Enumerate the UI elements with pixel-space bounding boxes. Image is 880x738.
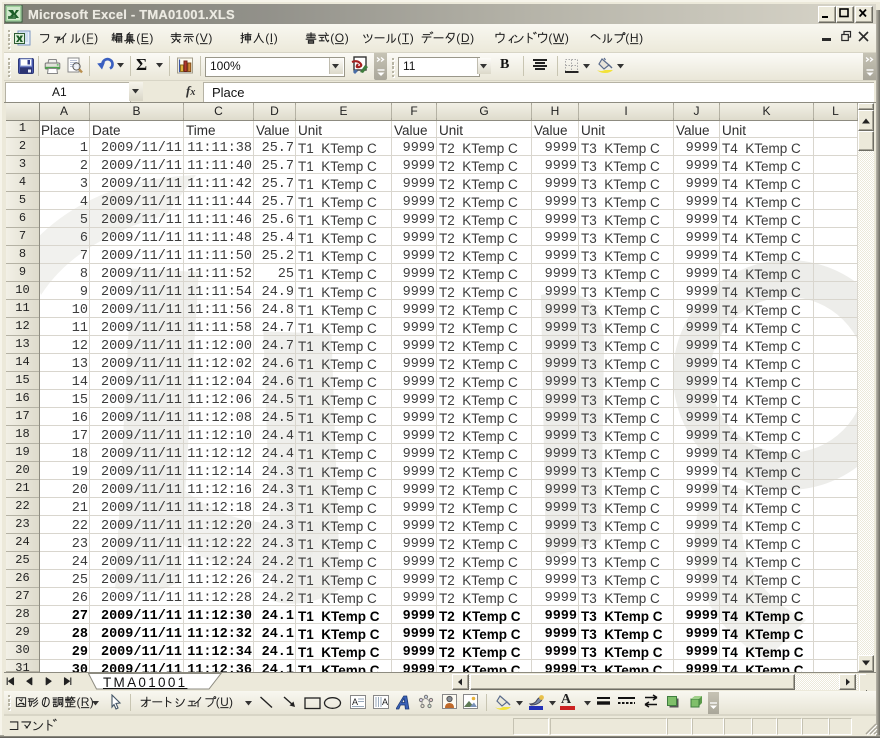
svg-text:): ) [274, 31, 278, 45]
svg-text:(: ( [397, 31, 401, 45]
svg-text:(: ( [330, 31, 334, 45]
svg-text:D: D [461, 31, 470, 45]
svg-text:): ) [208, 31, 212, 45]
svg-text:(: ( [456, 31, 460, 45]
svg-text:A: A [382, 697, 388, 707]
svg-text:): ) [410, 31, 414, 45]
svg-text:O: O [335, 31, 344, 45]
svg-text:W: W [553, 31, 565, 45]
svg-text:(: ( [82, 31, 86, 45]
svg-text:): ) [565, 31, 569, 45]
svg-text:): ) [345, 31, 349, 45]
svg-text:): ) [229, 695, 233, 709]
svg-text:(: ( [265, 31, 269, 45]
svg-text:(: ( [136, 31, 140, 45]
svg-text:H: H [630, 31, 639, 45]
svg-text:T: T [402, 31, 410, 45]
svg-text:I: I [270, 31, 273, 45]
svg-text:): ) [470, 31, 474, 45]
svg-text:U: U [220, 695, 229, 709]
svg-text:V: V [200, 31, 208, 45]
svg-text:(: ( [548, 31, 552, 45]
svg-text:): ) [94, 31, 98, 45]
svg-text:F: F [86, 31, 93, 45]
svg-text:R: R [81, 695, 90, 709]
svg-text:): ) [639, 31, 643, 45]
svg-text:(: ( [195, 31, 199, 45]
svg-text:E: E [141, 31, 149, 45]
svg-text:A: A [352, 697, 358, 707]
svg-text:(: ( [625, 31, 629, 45]
svg-text:): ) [149, 31, 153, 45]
